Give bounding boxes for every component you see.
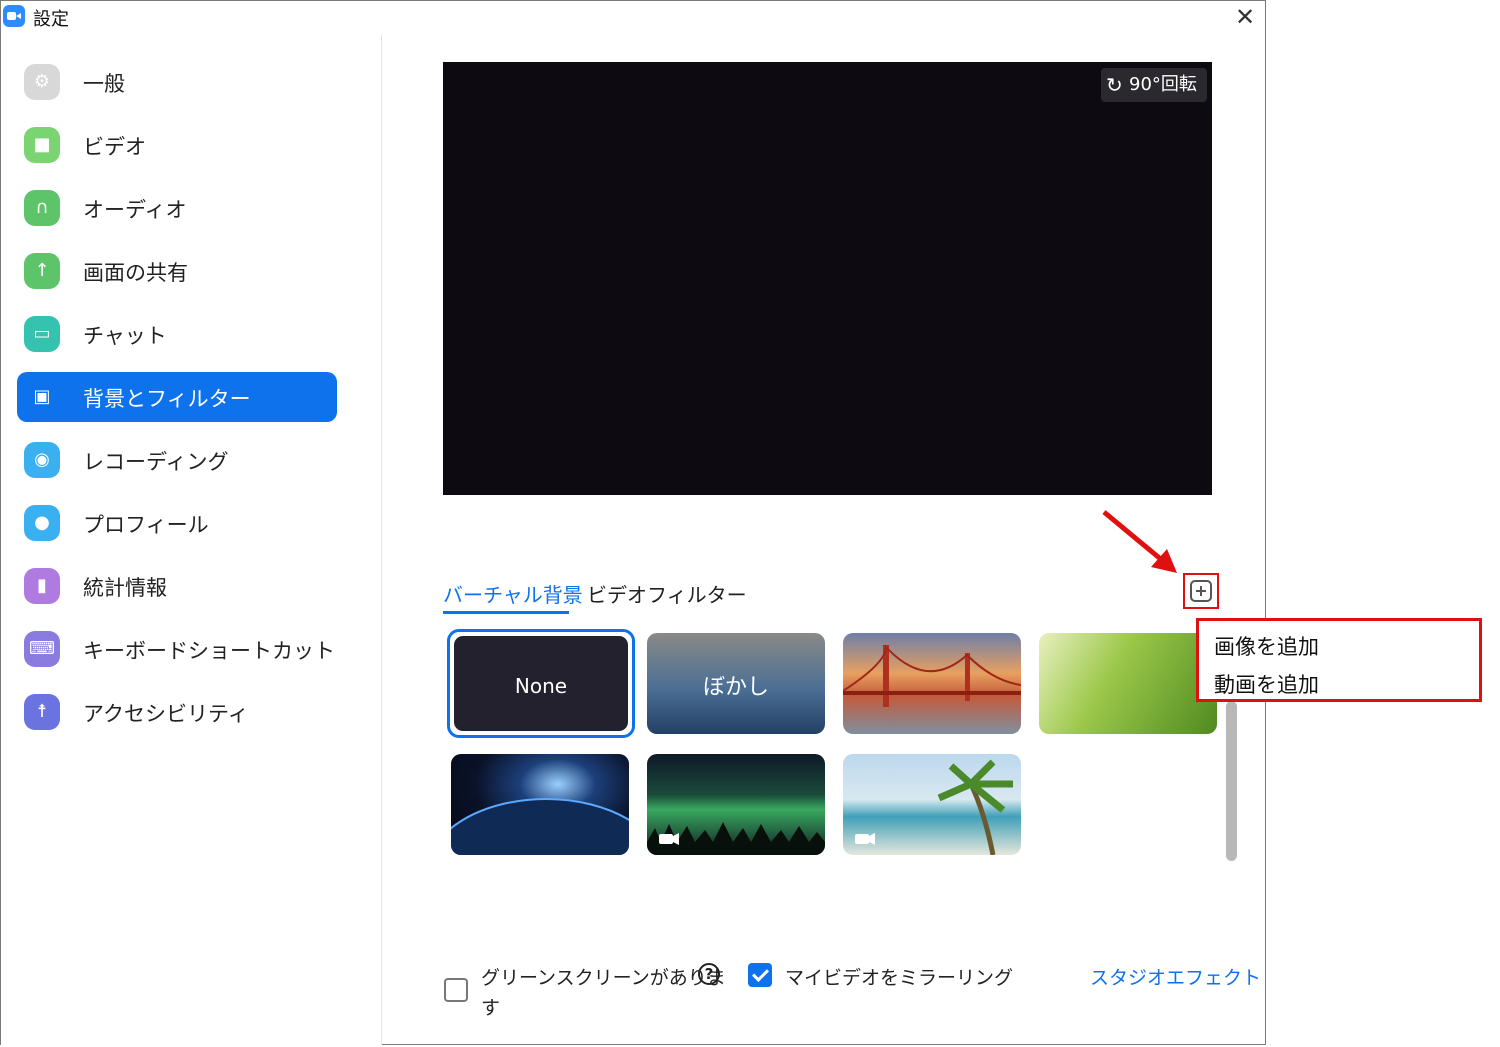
sidebar-item-label: 画面の共有 — [83, 261, 188, 285]
rotate-button[interactable]: ↻ 90°回転 — [1101, 68, 1207, 102]
title-bar: 設定 ✕ — [1, 1, 1265, 35]
settings-sidebar: ⚙ 一般 ■ ビデオ ∩ オーディオ ↑ 画面の共有 ▭ チャット ▣ 背景とフ… — [1, 35, 382, 1045]
background-icon: ▣ — [24, 379, 60, 415]
sidebar-item-label: キーボードショートカット — [83, 639, 335, 663]
bridge-icon — [843, 644, 1021, 707]
sidebar-item-label: チャット — [83, 324, 167, 348]
video-camera-icon: ■ — [24, 127, 60, 163]
thumb-label: ぼかし — [702, 675, 769, 700]
green-screen-checkbox[interactable] — [444, 978, 468, 1002]
studio-effects-link[interactable]: スタジオエフェクト — [1090, 963, 1261, 990]
aurora-trees-icon — [647, 822, 825, 855]
green-screen-label: グリーンスクリーンがありま — [481, 967, 726, 989]
add-background-button[interactable] — [1183, 573, 1219, 609]
sidebar-item-label: 背景とフィルター — [83, 387, 251, 411]
red-arrow-annotation — [1102, 510, 1177, 573]
background-thumb-aurora[interactable] — [647, 754, 825, 855]
help-icon[interactable]: ? — [698, 963, 720, 985]
background-thumb-earth[interactable] — [451, 754, 629, 855]
gear-icon: ⚙ — [24, 64, 60, 100]
sidebar-item-background-filters[interactable]: ▣ 背景とフィルター — [17, 372, 337, 422]
add-image-menu-item[interactable]: 画像を追加 — [1214, 631, 1319, 661]
sidebar-item-video[interactable]: ■ ビデオ — [17, 120, 337, 170]
plus-icon — [1190, 580, 1212, 602]
video-preview — [443, 62, 1212, 495]
sidebar-item-general[interactable]: ⚙ 一般 — [17, 57, 337, 107]
background-thumb-grass[interactable] — [1039, 633, 1217, 734]
mirror-video-checkbox[interactable] — [748, 963, 772, 987]
add-background-menu: 画像を追加 動画を追加 — [1196, 618, 1482, 702]
sidebar-item-recording[interactable]: ◉ レコーディング — [17, 435, 337, 485]
sidebar-item-label: ビデオ — [83, 135, 146, 159]
background-thumb-none[interactable]: None — [447, 629, 635, 738]
statistics-icon: ▮ — [24, 568, 60, 604]
tab-label: ビデオフィルター — [587, 583, 747, 607]
chat-icon: ▭ — [24, 316, 60, 352]
settings-window: 設定 ✕ ⚙ 一般 ■ ビデオ ∩ オーディオ ↑ 画面の共有 ▭ チャット ▣… — [0, 0, 1266, 1045]
profile-icon: ● — [24, 505, 60, 541]
sidebar-item-chat[interactable]: ▭ チャット — [17, 309, 337, 359]
mirror-video-label: マイビデオをミラーリング — [785, 967, 1014, 989]
sidebar-item-label: 統計情報 — [83, 576, 167, 600]
background-thumb-golden-gate[interactable] — [843, 633, 1021, 734]
rotate-icon: ↻ — [1106, 73, 1123, 97]
close-icon[interactable]: ✕ — [1235, 3, 1255, 31]
keyboard-icon: ⌨ — [24, 631, 60, 667]
sidebar-item-label: オーディオ — [83, 198, 187, 222]
sidebar-item-statistics[interactable]: ▮ 統計情報 — [17, 561, 337, 611]
sidebar-item-label: アクセシビリティ — [83, 702, 249, 726]
sidebar-item-share-screen[interactable]: ↑ 画面の共有 — [17, 246, 337, 296]
sidebar-item-accessibility[interactable]: ☨ アクセシビリティ — [17, 687, 337, 737]
sidebar-item-audio[interactable]: ∩ オーディオ — [17, 183, 337, 233]
sidebar-item-label: レコーディング — [83, 450, 229, 474]
background-thumb-blur[interactable]: ぼかし — [647, 633, 825, 734]
palm-tree-icon — [855, 759, 1013, 855]
tab-virtual-background[interactable]: バーチャル背景 — [443, 579, 583, 614]
window-title: 設定 — [33, 9, 69, 30]
tab-video-filter[interactable]: ビデオフィルター — [587, 579, 747, 608]
sidebar-item-label: 一般 — [83, 72, 125, 96]
scrollbar[interactable] — [1226, 701, 1237, 861]
sidebar-item-keyboard-shortcuts[interactable]: ⌨ キーボードショートカット — [17, 624, 337, 674]
rotate-label: 90°回転 — [1129, 74, 1197, 95]
green-screen-label-line2: す — [481, 997, 501, 1019]
zoom-app-icon — [3, 5, 25, 27]
earth-icon — [451, 798, 629, 855]
thumb-label: None — [514, 674, 568, 698]
active-tab-underline — [443, 611, 569, 614]
accessibility-icon: ☨ — [24, 694, 60, 730]
background-thumb-beach[interactable] — [843, 754, 1021, 855]
add-video-menu-item[interactable]: 動画を追加 — [1214, 669, 1319, 699]
sidebar-item-profile[interactable]: ● プロフィール — [17, 498, 337, 548]
tab-label: バーチャル背景 — [443, 583, 583, 607]
headphones-icon: ∩ — [24, 190, 60, 226]
record-icon: ◉ — [24, 442, 60, 478]
share-screen-icon: ↑ — [24, 253, 60, 289]
sidebar-item-label: プロフィール — [83, 513, 209, 537]
